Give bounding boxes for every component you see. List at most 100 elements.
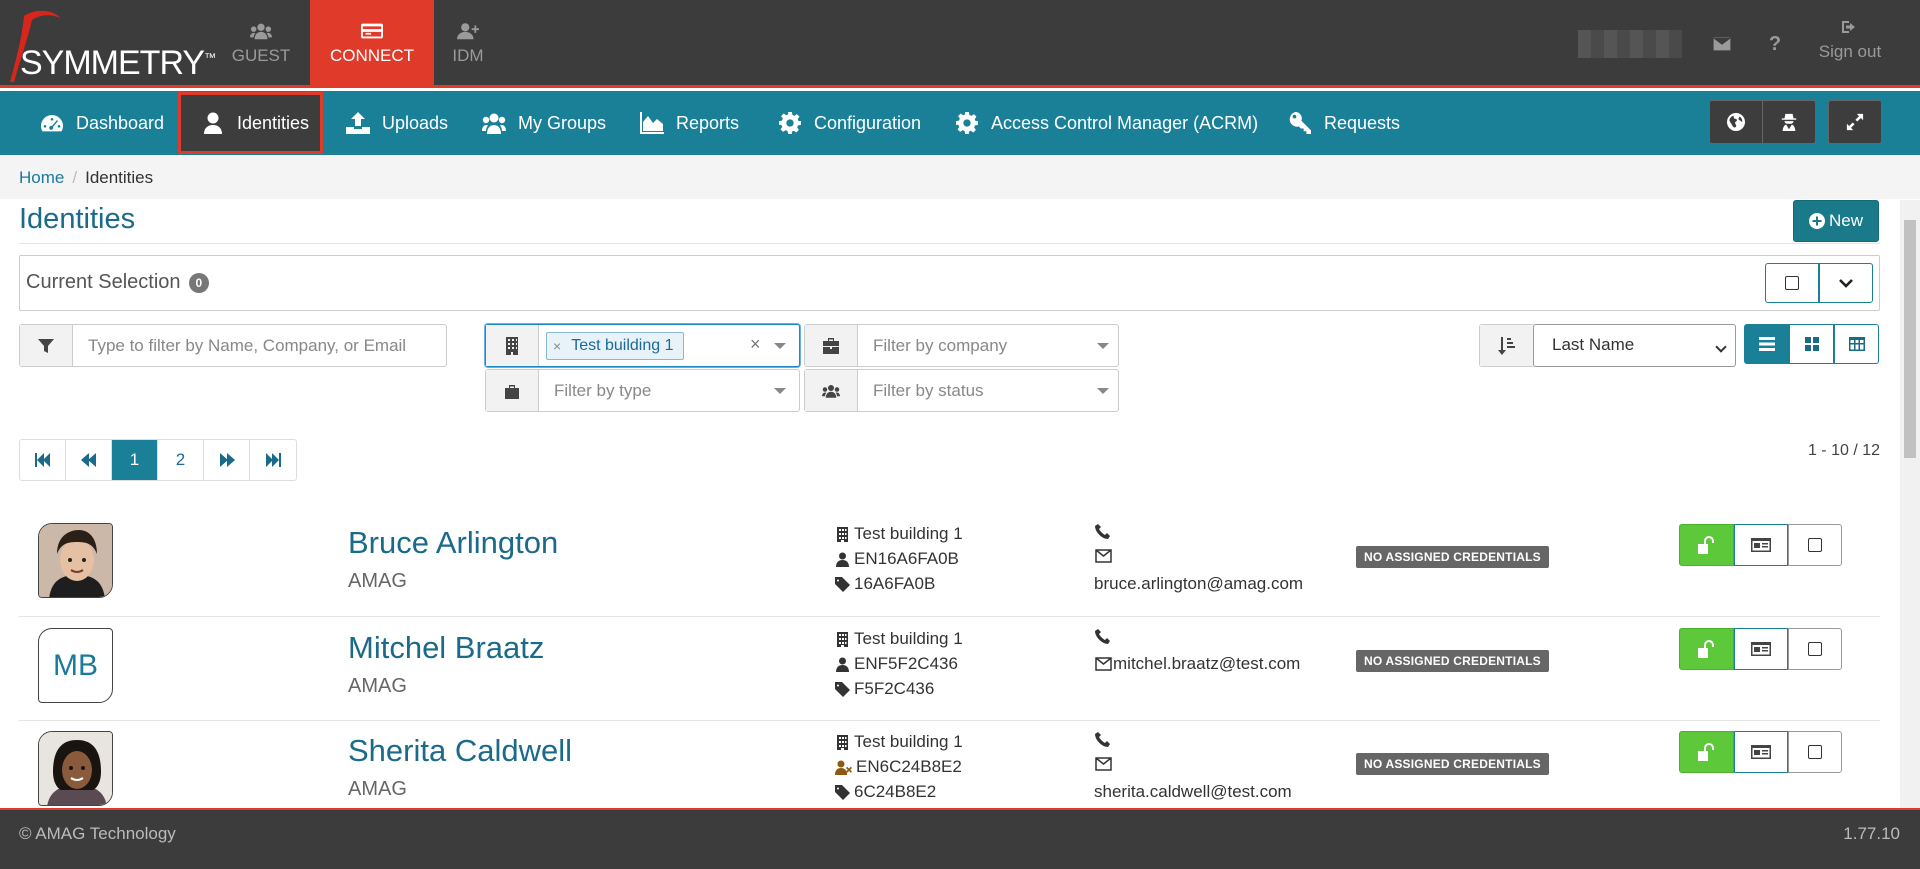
- prev-page-button[interactable]: [66, 440, 112, 480]
- identity-id: ENF5F2C436: [854, 654, 958, 673]
- messages-button[interactable]: [1706, 0, 1738, 88]
- page-scrollbar[interactable]: [1900, 200, 1920, 808]
- unlock-button[interactable]: [1679, 628, 1734, 670]
- first-page-button[interactable]: [20, 440, 66, 480]
- selection-dropdown-button[interactable]: [1819, 263, 1873, 303]
- unlock-button[interactable]: [1679, 731, 1734, 773]
- building-filter-tag[interactable]: × Test building 1: [546, 332, 685, 360]
- nav-configuration[interactable]: Configuration: [778, 91, 921, 155]
- identity-email[interactable]: sherita.caldwell@test.com: [1094, 782, 1292, 802]
- identity-name[interactable]: Mitchel Braatz: [348, 630, 544, 666]
- status-dropdown-caret-icon[interactable]: [1097, 388, 1109, 394]
- nav-my-groups[interactable]: My Groups: [482, 91, 606, 155]
- row-select-checkbox[interactable]: [1788, 524, 1842, 566]
- grid-view-button[interactable]: [1789, 324, 1834, 364]
- nav-reports[interactable]: Reports: [640, 91, 739, 155]
- company-filter-placeholder[interactable]: Filter by company: [873, 336, 1007, 356]
- building-dropdown-caret-icon[interactable]: [774, 343, 786, 349]
- new-identity-button[interactable]: New: [1793, 200, 1879, 242]
- row-select-checkbox[interactable]: [1788, 731, 1842, 773]
- building-filter-group: × Test building 1 ×: [485, 324, 800, 367]
- key-icon: [1289, 112, 1311, 134]
- user-secret-icon: [1781, 113, 1797, 131]
- nav-acrm[interactable]: Access Control Manager (ACRM): [955, 91, 1258, 155]
- incognito-button[interactable]: [1762, 100, 1816, 144]
- name-filter-input[interactable]: [74, 325, 444, 366]
- user-times-icon: [835, 760, 852, 775]
- fullscreen-button[interactable]: [1828, 100, 1882, 144]
- divider: [19, 243, 1880, 244]
- type-dropdown-caret-icon[interactable]: [774, 388, 786, 394]
- page-title: Identities: [19, 203, 136, 235]
- footer-version: 1.77.10: [1843, 824, 1900, 843]
- dashboard-icon: [41, 115, 63, 132]
- identity-row[interactable]: Bruce Arlington AMAG Test building 1 EN1…: [19, 508, 1880, 617]
- suitcase-icon: [505, 384, 519, 399]
- identity-avatar[interactable]: [38, 731, 113, 806]
- envelope-icon: [1095, 549, 1112, 563]
- id-card-button[interactable]: [1734, 628, 1788, 670]
- sign-out-button[interactable]: Sign out: [1800, 20, 1900, 62]
- list-view-button[interactable]: [1744, 324, 1789, 364]
- table-view-button[interactable]: [1834, 324, 1879, 364]
- user-icon: [836, 552, 849, 567]
- id-card-button[interactable]: [1734, 731, 1788, 773]
- user-name-redacted: [1578, 30, 1682, 58]
- identity-name[interactable]: Sherita Caldwell: [348, 733, 572, 769]
- briefcase-icon: [823, 337, 839, 354]
- upload-icon: [346, 112, 370, 134]
- identity-row[interactable]: MB Mitchel Braatz AMAG Test building 1 E…: [19, 618, 1880, 721]
- sort-select[interactable]: Last Name: [1533, 324, 1736, 367]
- building-icon: [837, 631, 848, 647]
- breadcrumb-home[interactable]: Home: [19, 168, 64, 187]
- clear-building-filter-icon[interactable]: ×: [750, 334, 761, 355]
- page-1-button[interactable]: 1: [112, 440, 158, 480]
- tag-icon: [835, 576, 850, 592]
- logo-text: SYMMETRY: [20, 44, 205, 82]
- unlock-icon: [1697, 536, 1714, 554]
- identity-building: Test building 1: [854, 524, 963, 543]
- chevron-down-icon: [1839, 279, 1853, 288]
- unlock-button[interactable]: [1679, 524, 1734, 566]
- identity-email[interactable]: bruce.arlington@amag.com: [1094, 574, 1303, 594]
- app-connect[interactable]: CONNECT: [310, 0, 434, 88]
- users-icon: [822, 384, 840, 398]
- identity-name[interactable]: Bruce Arlington: [348, 525, 558, 561]
- id-card-button[interactable]: [1734, 524, 1788, 566]
- area-chart-icon: [640, 112, 664, 134]
- nav-uploads[interactable]: Uploads: [346, 91, 448, 155]
- next-page-button[interactable]: [204, 440, 250, 480]
- identity-avatar[interactable]: [38, 523, 113, 598]
- app-idm[interactable]: IDM: [440, 0, 496, 88]
- company-dropdown-caret-icon[interactable]: [1097, 343, 1109, 349]
- chevron-down-icon: [1715, 341, 1727, 353]
- identity-avatar-initials[interactable]: MB: [38, 628, 113, 703]
- nav-uploads-label: Uploads: [382, 112, 449, 133]
- page-2-button[interactable]: 2: [158, 440, 204, 480]
- identity-company: AMAG: [348, 675, 407, 697]
- tag-remove-icon[interactable]: ×: [553, 338, 561, 354]
- users-icon: [250, 23, 272, 40]
- status-filter-group: Filter by status: [804, 369, 1119, 412]
- help-button[interactable]: ?: [1760, 0, 1790, 88]
- language-button[interactable]: [1709, 100, 1763, 144]
- status-filter-placeholder[interactable]: Filter by status: [873, 381, 984, 401]
- nav-identities[interactable]: Identities: [178, 92, 323, 154]
- app-guest[interactable]: GUEST: [218, 0, 304, 88]
- backward-icon: [80, 453, 96, 467]
- identity-company: AMAG: [348, 570, 407, 592]
- row-select-checkbox[interactable]: [1788, 628, 1842, 670]
- symmetry-logo[interactable]: SYMMETRY™: [6, 8, 216, 83]
- nav-requests[interactable]: Requests: [1288, 91, 1400, 155]
- nav-dashboard[interactable]: Dashboard: [40, 91, 164, 155]
- select-all-checkbox[interactable]: [1765, 263, 1819, 303]
- identity-row[interactable]: Sherita Caldwell AMAG Test building 1 EN…: [19, 722, 1880, 808]
- type-filter-placeholder[interactable]: Filter by type: [554, 381, 651, 401]
- scrollbar-thumb[interactable]: [1904, 220, 1916, 458]
- identity-email[interactable]: mitchel.braatz@test.com: [1113, 654, 1300, 674]
- identity-id: EN6C24B8E2: [856, 757, 962, 776]
- breadcrumb-current: Identities: [85, 168, 154, 187]
- last-page-button[interactable]: [250, 440, 296, 480]
- credentials-status-badge: NO ASSIGNED CREDENTIALS: [1356, 650, 1549, 672]
- tag-icon: [835, 681, 850, 697]
